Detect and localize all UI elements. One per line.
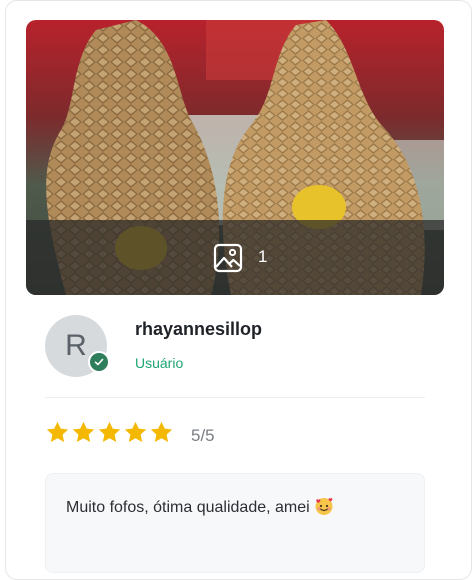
review-photo[interactable]: 1 — [26, 20, 444, 295]
photo-count: 1 — [258, 247, 268, 266]
smiling-face-with-hearts-emoji — [315, 498, 333, 515]
star-rating — [45, 420, 174, 446]
star-icon — [72, 421, 95, 442]
comment-body: Muito fofos, ótima qualidade, amei — [66, 499, 310, 516]
divider — [45, 397, 425, 398]
comment-box: Muito fofos, ótima qualidade, amei — [45, 473, 425, 573]
user-role: Usuário — [135, 355, 184, 371]
username[interactable]: rhayannesillop — [135, 319, 262, 340]
rating-text: 5/5 — [191, 426, 215, 445]
star-icon — [150, 421, 173, 442]
comment-text: Muito fofos, ótima qualidade, amei — [66, 495, 396, 521]
star-icon — [98, 421, 121, 442]
image-icon — [213, 243, 243, 273]
photo-count-overlay: 1 — [26, 220, 444, 295]
star-icon — [124, 421, 147, 442]
star-icon — [46, 421, 69, 442]
check-badge-icon — [88, 351, 110, 373]
